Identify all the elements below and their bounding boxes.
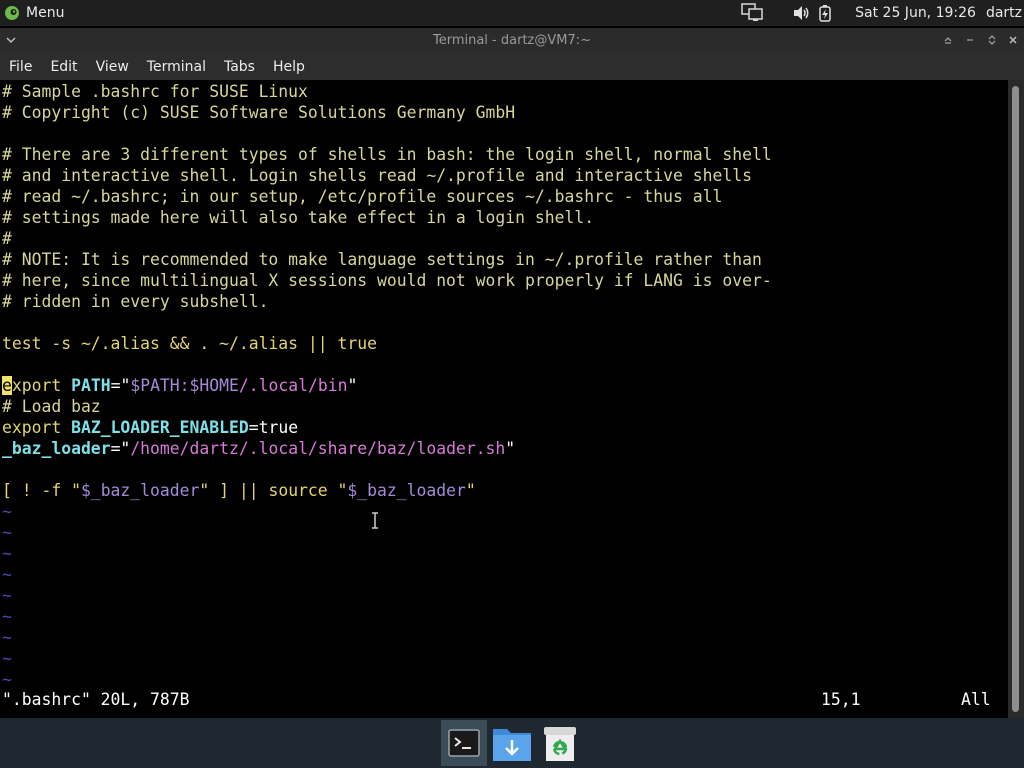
scroll-position: All bbox=[961, 690, 991, 709]
menu-bar: File Edit View Terminal Tabs Help bbox=[0, 54, 1024, 80]
volume-icon[interactable] bbox=[793, 5, 811, 21]
user-menu[interactable]: dartz bbox=[986, 5, 1022, 21]
operator: =" bbox=[110, 439, 131, 458]
variable-name: _baz_loader bbox=[2, 439, 111, 458]
window-title: Terminal - dartz@VM7:~ bbox=[432, 33, 592, 48]
editor-line: # bbox=[2, 229, 12, 248]
cursor-position: 15,1 bbox=[821, 690, 861, 709]
editor-line: # NOTE: It is recommended to make langua… bbox=[2, 250, 762, 269]
downloads-launcher[interactable] bbox=[489, 720, 535, 766]
editor-line: test -s ~/.alias && . ~/.alias || true bbox=[2, 333, 377, 354]
terminal-scrollbar[interactable] bbox=[1008, 80, 1024, 718]
empty-line-marker: ~ bbox=[2, 565, 12, 584]
terminal-area[interactable]: # Sample .bashrc for SUSE Linux # Copyri… bbox=[0, 80, 1008, 718]
battery-icon[interactable] bbox=[819, 4, 831, 22]
empty-line-marker: ~ bbox=[2, 670, 12, 689]
variable-name: PATH bbox=[71, 376, 111, 395]
string-variable: $_baz_loader bbox=[347, 481, 466, 500]
start-menu-button[interactable]: Menu bbox=[0, 0, 64, 26]
menu-terminal[interactable]: Terminal bbox=[138, 59, 215, 75]
editor-line: export BAZ_LOADER_ENABLED=true bbox=[2, 417, 298, 438]
editor-line: # ridden in every subshell. bbox=[2, 292, 269, 311]
taskbar-dock bbox=[0, 718, 1024, 768]
scrollbar-thumb[interactable] bbox=[1012, 86, 1019, 712]
empty-line-marker: ~ bbox=[2, 628, 12, 647]
clock[interactable]: Sat 25 Jun, 19:26 bbox=[855, 5, 976, 21]
string-literal: /home/dartz/.local/share/baz/loader.sh bbox=[130, 439, 506, 458]
keyword: source bbox=[268, 481, 328, 500]
editor-line: # settings made here will also take effe… bbox=[2, 208, 595, 227]
start-menu-label: Menu bbox=[26, 5, 65, 21]
trash-icon bbox=[544, 727, 576, 761]
code-text: " bbox=[327, 481, 348, 500]
variable-name: BAZ_LOADER_ENABLED bbox=[71, 418, 249, 437]
terminal-launcher[interactable] bbox=[441, 720, 487, 766]
window-titlebar[interactable]: Terminal - dartz@VM7:~ bbox=[0, 28, 1024, 54]
menu-file[interactable]: File bbox=[0, 59, 41, 75]
keyword: export bbox=[2, 418, 62, 437]
editor-line: # Copyright (c) SUSE Software Solutions … bbox=[2, 103, 516, 122]
editor-line: # and interactive shell. Login shells re… bbox=[2, 166, 752, 185]
trash-launcher[interactable] bbox=[537, 720, 583, 766]
menu-edit[interactable]: Edit bbox=[41, 59, 86, 75]
file-status: ".bashrc" 20L, 787B bbox=[2, 690, 190, 709]
keyword: true bbox=[337, 334, 377, 353]
text-cursor: e bbox=[2, 376, 12, 395]
maximize-button[interactable] bbox=[984, 32, 1000, 48]
distro-logo-icon bbox=[5, 6, 19, 20]
quote: " bbox=[505, 439, 516, 458]
code-text: test -s ~/.alias && . ~/.alias || bbox=[2, 334, 338, 353]
keyword: xport bbox=[11, 376, 62, 395]
menu-view[interactable]: View bbox=[87, 59, 138, 75]
editor-line: # There are 3 different types of shells … bbox=[2, 145, 772, 164]
network-icon[interactable] bbox=[741, 3, 763, 23]
download-folder-icon bbox=[493, 729, 531, 761]
ibeam-cursor-icon bbox=[372, 512, 378, 529]
empty-line-marker: ~ bbox=[2, 502, 12, 521]
editor-line: # here, since multilingual X sessions wo… bbox=[2, 271, 772, 290]
system-tray: Sat 25 Jun, 19:26 dartz bbox=[741, 0, 1024, 26]
empty-line-marker: ~ bbox=[2, 523, 12, 542]
minimize-button[interactable] bbox=[962, 32, 978, 48]
quote: " bbox=[347, 376, 358, 395]
empty-line-marker: ~ bbox=[2, 586, 12, 605]
empty-line-marker: ~ bbox=[2, 649, 12, 668]
editor-line: export PATH="$PATH:$HOME/.local/bin" bbox=[2, 375, 357, 396]
close-button[interactable] bbox=[1005, 32, 1021, 48]
editor-line: # Sample .bashrc for SUSE Linux bbox=[2, 82, 308, 101]
string-literal: /.local/bin bbox=[238, 376, 348, 395]
operator: =" bbox=[110, 376, 131, 395]
terminal-icon bbox=[448, 729, 480, 757]
code-text: =true bbox=[248, 418, 299, 437]
empty-line-marker: ~ bbox=[2, 607, 12, 626]
menu-help[interactable]: Help bbox=[264, 59, 314, 75]
string-variable: $_baz_loader bbox=[80, 481, 200, 500]
code-text: " ] || bbox=[199, 481, 269, 500]
quote: " bbox=[465, 481, 476, 500]
code-text: [ ! -f " bbox=[2, 481, 81, 500]
top-panel: Menu Sat 25 Jun, 19:26 dartz bbox=[0, 0, 1024, 26]
editor-line: _baz_loader="/home/dartz/.local/share/ba… bbox=[2, 438, 515, 459]
menu-tabs[interactable]: Tabs bbox=[215, 59, 264, 75]
editor-line: # Load baz bbox=[2, 397, 101, 416]
shade-button[interactable] bbox=[940, 32, 956, 48]
string-variable: $PATH:$HOME bbox=[130, 376, 239, 395]
editor-line: # read ~/.bashrc; in our setup, /etc/pro… bbox=[2, 187, 723, 206]
editor-line: [ ! -f "$_baz_loader" ] || source "$_baz… bbox=[2, 480, 476, 501]
empty-line-marker: ~ bbox=[2, 544, 12, 563]
